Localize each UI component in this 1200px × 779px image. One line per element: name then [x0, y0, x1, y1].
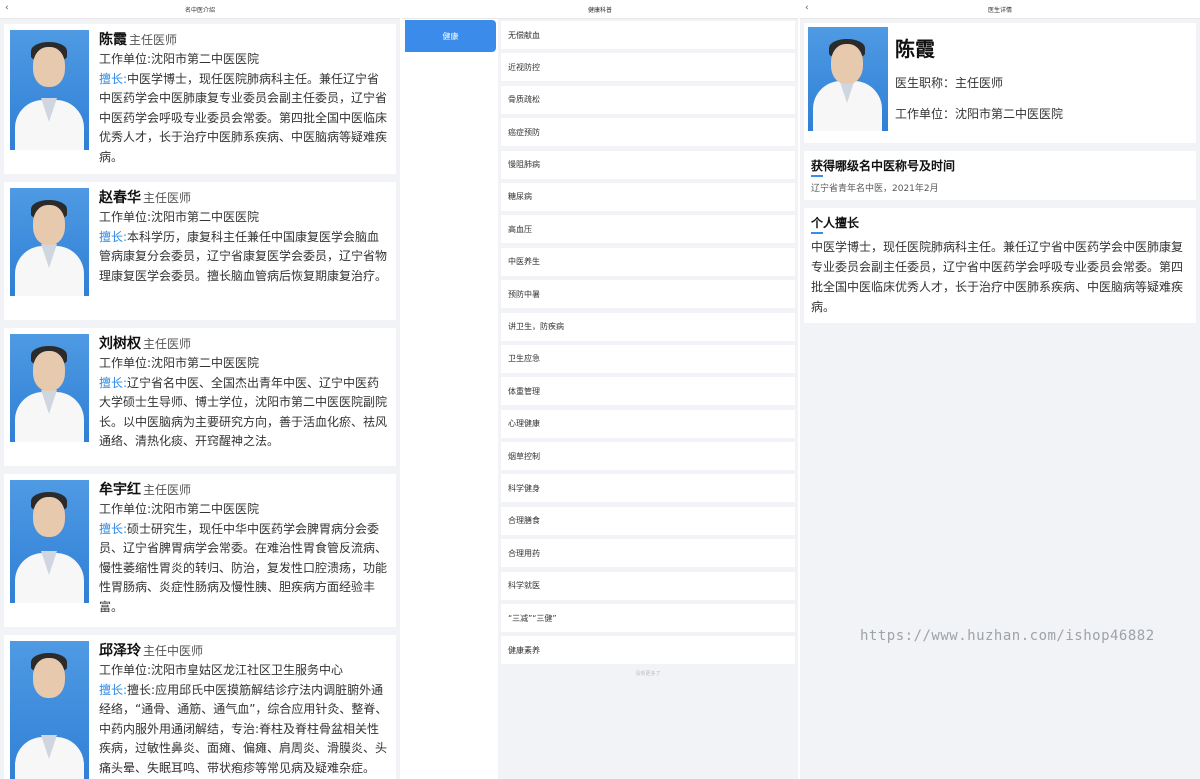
specialty-label: 擅长:	[99, 375, 128, 390]
honor-heading: 获得哪级名中医称号及时间	[811, 157, 1189, 177]
doctor-name: 邱泽玲	[99, 643, 141, 659]
doctor-specialty: 中医学博士，现任医院肺病科主任。兼任辽宁省中医药学会中医肺康复专业委员会副主任委…	[99, 71, 388, 164]
doctor-title: 医生职称：主任医师	[895, 76, 1004, 90]
specialty-label: 擅长:	[99, 229, 128, 244]
topic-item[interactable]: 糖尿病	[501, 182, 795, 211]
doctor-name: 赵春华	[99, 190, 141, 206]
page-title: 医生详情	[987, 6, 1012, 14]
doctor-name: 牟宇红	[99, 482, 141, 498]
chevron-left-icon[interactable]: ‹	[5, 3, 9, 14]
doctor-name: 刘树权	[99, 336, 141, 352]
specialty-section: 个人擅长 中医学博士，现任医院肺病科主任。兼任辽宁省中医药学会中医肺康复专业委员…	[804, 208, 1196, 323]
doctor-photo	[10, 30, 89, 150]
doctor-title: 主任医师	[129, 33, 178, 47]
doctor-card[interactable]: 邱泽玲 主任中医师工作单位:沈阳市皇姑区龙江社区卫生服务中心擅长:擅长:应用邱氏中…	[4, 635, 396, 779]
topic-item[interactable]: 烟草控制	[501, 442, 795, 471]
doctor-card[interactable]: 赵春华 主任医师工作单位:沈阳市第二中医医院擅长:本科学历，康复科主任兼任中国康复…	[4, 182, 396, 320]
doctor-unit: 工作单位：沈阳市第二中医医院	[895, 107, 1064, 121]
topic-item[interactable]: 科学健身	[501, 474, 795, 503]
specialty-heading: 个人擅长	[811, 214, 1189, 234]
unit-label: 工作单位:	[99, 356, 152, 370]
topic-list: 无偿献血近视防控骨质疏松癌症预防慢阻肺病糖尿病高血压中医养生预防中暑讲卫生，防疾…	[498, 19, 798, 779]
topic-item[interactable]: 卫生应急	[501, 344, 795, 373]
unit-label: 工作单位:	[99, 210, 152, 224]
honor-section: 获得哪级名中医称号及时间 辽宁省青年名中医，2021年2月	[804, 151, 1196, 200]
topic-item[interactable]: 科学就医	[501, 571, 795, 600]
doctor-title: 主任医师	[143, 191, 192, 205]
doctor-unit: 沈阳市第二中医医院	[151, 52, 260, 66]
doctor-detail-screen: ‹ 医生详情 陈霞 医生职称：主任医师 工作单位：沈阳市第二中医医院 获得哪级名…	[800, 0, 1200, 779]
doctor-card[interactable]: 陈霞 主任医师工作单位:沈阳市第二中医医院擅长:中医学博士，现任医院肺病科主任。兼…	[4, 24, 396, 174]
topic-item[interactable]: “三减”“三健”	[501, 604, 795, 633]
specialty-label: 擅长:	[99, 682, 128, 697]
category-tab-active[interactable]: 健康	[405, 20, 496, 52]
specialty-label: 擅长:	[99, 71, 128, 86]
doctor-photo	[10, 641, 89, 779]
topic-item[interactable]: 高血压	[501, 215, 795, 244]
doctor-list: 陈霞 主任医师 工作单位:沈阳市第二中医医院 擅长:中医学博士，现任医院肺病科主任。兼…	[0, 19, 400, 779]
topic-item[interactable]: 体重管理	[501, 377, 795, 406]
doctor-photo	[10, 188, 89, 296]
doctor-list-screen: ‹ 名中医介绍 陈霞 主任医师 工作单位:沈阳市第二中医医院 擅长:中医学博士，现任医…	[0, 0, 400, 779]
doctor-photo	[10, 334, 89, 442]
specialty-label: 擅长:	[99, 521, 128, 536]
unit-label: 工作单位:	[99, 52, 152, 66]
doctor-title: 主任中医师	[143, 644, 204, 658]
health-science-screen: 健康科普 健康 无偿献血近视防控骨质疏松癌症预防慢阻肺病糖尿病高血压中医养生预防…	[402, 0, 798, 779]
doctor-name: 陈霞	[99, 32, 127, 48]
topic-item[interactable]: 骨质疏松	[501, 85, 795, 114]
doctor-specialty: 辽宁省名中医、全国杰出青年中医、辽宁中医药大学硕士生导师、博士学位，沈阳市第二中…	[99, 375, 388, 449]
doctor-unit: 沈阳市第二中医医院	[151, 502, 260, 516]
topic-item[interactable]: 健康素养	[501, 636, 795, 665]
unit-label: 工作单位:	[99, 663, 152, 677]
navbar: 健康科普	[402, 0, 798, 19]
category-sidebar: 健康	[402, 19, 498, 779]
topic-item[interactable]: 合理膳食	[501, 506, 795, 535]
page-title: 健康科普	[587, 6, 612, 14]
topic-item[interactable]: 近视防控	[501, 53, 795, 82]
doctor-unit: 沈阳市第二中医医院	[151, 210, 260, 224]
page-title: 名中医介绍	[184, 6, 215, 14]
doctor-specialty: 硕士研究生，现任中华中医药学会脾胃病分会委员、辽宁省脾胃病学会常委。在难治性胃食…	[99, 521, 388, 614]
doctor-specialty: 擅长:应用邱氏中医摸筋解结诊疗法内调脏腑外通经络，“通骨、通筋、通气血”，综合应…	[99, 682, 388, 775]
topic-item[interactable]: 癌症预防	[501, 118, 795, 147]
watermark: https://www.huzhan.com/ishop46882	[860, 628, 1155, 644]
doctor-profile-card: 陈霞 医生职称：主任医师 工作单位：沈阳市第二中医医院	[804, 23, 1196, 143]
doctor-photo	[10, 480, 89, 603]
navbar: ‹ 医生详情	[800, 0, 1200, 19]
list-end-text: 没有更多了	[635, 671, 661, 678]
topic-item[interactable]: 无偿献血	[501, 21, 795, 49]
topic-item[interactable]: 预防中暑	[501, 280, 795, 309]
chevron-left-icon[interactable]: ‹	[805, 3, 809, 14]
doctor-card[interactable]: 牟宇红 主任医师工作单位:沈阳市第二中医医院擅长:硕士研究生，现任中华中医药学会脾…	[4, 474, 396, 627]
doctor-specialty: 本科学历，康复科主任兼任中国康复医学会脑血管病康复分会委员，辽宁省康复医学会委员…	[99, 229, 388, 283]
doctor-title: 主任医师	[143, 483, 192, 497]
doctor-unit: 沈阳市皇姑区龙江社区卫生服务中心	[151, 663, 344, 677]
navbar: ‹ 名中医介绍	[0, 0, 400, 19]
doctor-name: 陈霞	[895, 37, 935, 61]
doctor-unit: 沈阳市第二中医医院	[151, 356, 260, 370]
honor-value: 辽宁省青年名中医，2021年2月	[811, 184, 939, 194]
topic-item[interactable]: 讲卫生，防疾病	[501, 312, 795, 341]
topic-item[interactable]: 慢阻肺病	[501, 150, 795, 179]
topic-item[interactable]: 合理用药	[501, 539, 795, 568]
topic-item[interactable]: 心理健康	[501, 409, 795, 438]
doctor-photo	[808, 27, 888, 131]
unit-label: 工作单位:	[99, 502, 152, 516]
doctor-title: 主任医师	[143, 337, 192, 351]
doctor-card[interactable]: 刘树权 主任医师工作单位:沈阳市第二中医医院擅长:辽宁省名中医、全国杰出青年中医、…	[4, 328, 396, 466]
topic-item[interactable]: 中医养生	[501, 247, 795, 276]
specialty-body: 中医学博士，现任医院肺病科主任。兼任辽宁省中医药学会中医肺康复专业委员会副主任委…	[811, 240, 1184, 314]
